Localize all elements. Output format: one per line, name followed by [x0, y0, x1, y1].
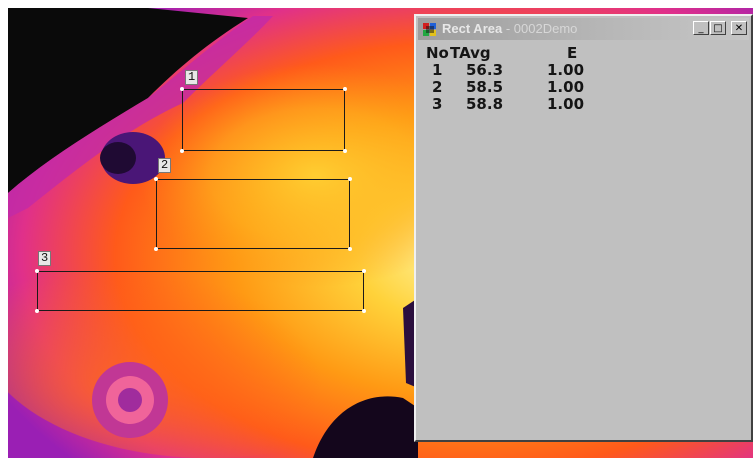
roi-rect-3[interactable] — [35, 269, 366, 313]
window-title-sub: - 0002Demo — [505, 21, 578, 36]
cell-tavg: 58.8 — [466, 95, 504, 113]
cell-e: 1.00 — [547, 95, 585, 113]
window-title: Rect Area - 0002Demo — [442, 21, 577, 37]
maximize-button[interactable]: □ — [710, 21, 726, 35]
cell-tavg: 56.3 — [466, 61, 504, 79]
minimize-button[interactable]: _ — [693, 21, 709, 35]
roi-label-2: 2 — [158, 158, 172, 173]
close-icon: ✕ — [734, 23, 744, 34]
cell-e: 1.00 — [547, 61, 585, 79]
roi-label-1: 1 — [185, 70, 199, 85]
cell-no: 3 — [432, 95, 443, 113]
table-row[interactable]: 3 58.8 1.00 — [426, 95, 686, 113]
rect-area-window: Rect Area - 0002Demo _ □ ✕ No TAvg E 1 5… — [414, 14, 753, 442]
cell-tavg: 58.5 — [466, 78, 504, 96]
col-header-e: E — [567, 44, 578, 62]
maximize-icon: □ — [713, 23, 723, 34]
table-row[interactable]: 2 58.5 1.00 — [426, 78, 686, 96]
roi-label-3: 3 — [38, 251, 52, 266]
cell-e: 1.00 — [547, 78, 585, 96]
window-titlebar[interactable]: Rect Area - 0002Demo _ □ ✕ — [418, 18, 749, 40]
col-header-tavg: TAvg — [450, 44, 491, 62]
table-row[interactable]: 1 56.3 1.00 — [426, 61, 686, 79]
table-header: No TAvg E — [426, 44, 686, 62]
window-title-main: Rect Area — [442, 21, 503, 36]
roi-rect-2[interactable] — [154, 177, 352, 251]
close-button[interactable]: ✕ — [731, 21, 747, 35]
cell-no: 1 — [432, 61, 443, 79]
app-icon[interactable] — [422, 21, 438, 37]
minimize-icon: _ — [698, 23, 704, 34]
col-header-no: No — [426, 44, 449, 62]
cell-no: 2 — [432, 78, 443, 96]
results-table: No TAvg E 1 56.3 1.00 2 58.5 1.00 3 58.8… — [426, 44, 686, 113]
roi-rect-1[interactable] — [180, 87, 347, 153]
